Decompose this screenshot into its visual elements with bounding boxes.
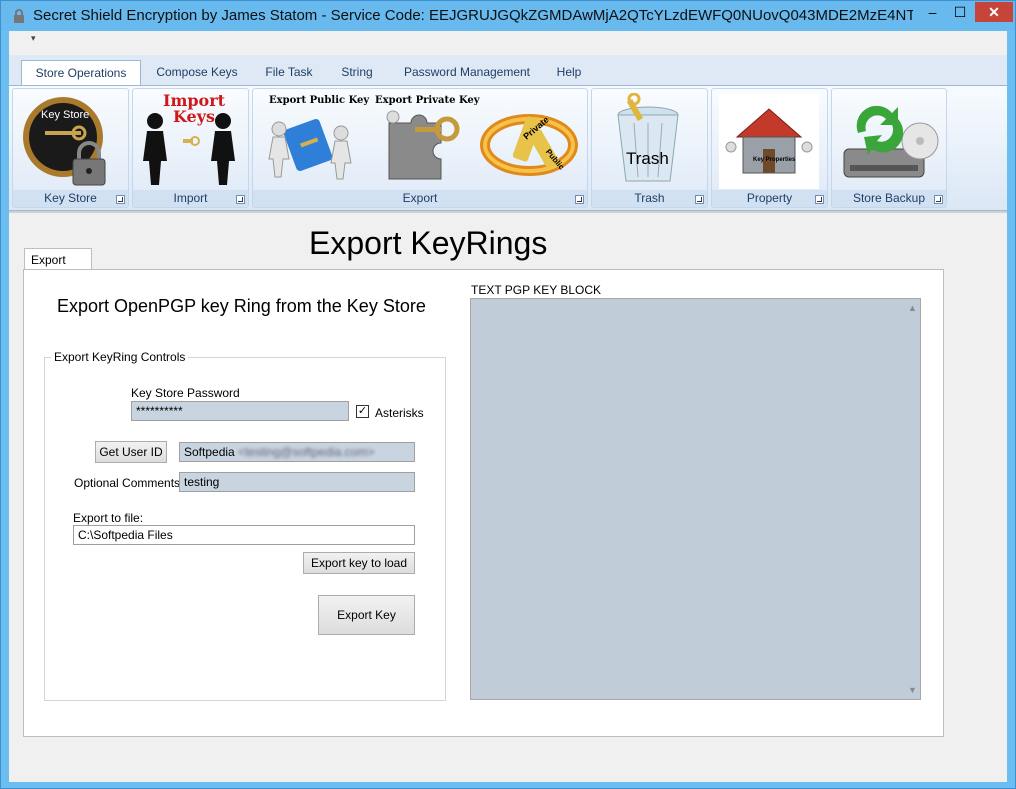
import-keys-button[interactable]: Import Keys [137, 93, 243, 192]
scroll-up-icon[interactable]: ▲ [908, 303, 917, 313]
trash-button[interactable]: Trash [604, 92, 696, 192]
window-title: Secret Shield Encryption by James Statom… [33, 7, 913, 24]
scroll-down-icon[interactable]: ▼ [908, 685, 917, 695]
get-user-id-button[interactable]: Get User ID [95, 441, 167, 463]
application-window: Secret Shield Encryption by James Statom… [0, 0, 1016, 789]
group-trash: Trash Trash [591, 88, 708, 208]
group-key-store: Key Store Key Store [12, 88, 129, 208]
group-import: Import Keys Import [132, 88, 249, 208]
import-launcher-icon[interactable] [236, 195, 245, 204]
user-id-field[interactable]: Softpedia <testing@softpedia.com> [179, 442, 415, 462]
optional-comments-label: Optional Comments: [74, 476, 184, 490]
key-block-label: TEXT PGP KEY BLOCK [471, 283, 602, 297]
app-icon [14, 9, 24, 23]
content-area: Export KeyRings Export Keys Export OpenP… [9, 211, 1007, 782]
export-private-key-caption: Export Private Key [375, 95, 480, 106]
export-public-key-button[interactable]: Export Public Key [261, 93, 369, 192]
key-store-launcher-icon[interactable] [116, 195, 125, 204]
controls-group-title: Export KeyRing Controls [51, 350, 189, 364]
group-label-import: Import [133, 190, 248, 207]
group-label-export: Export [253, 190, 587, 207]
group-property: Key Properties Property [711, 88, 828, 208]
key-block-scrollbar[interactable]: ▲ ▼ [904, 299, 921, 699]
pgp-key-block-textarea[interactable] [470, 298, 921, 700]
key-ring-icon [480, 114, 578, 176]
minimize-button[interactable]: – [919, 2, 946, 22]
ribbon-panel: Key Store Key Store Import Keys Import E… [9, 85, 1007, 211]
property-launcher-icon[interactable] [815, 195, 824, 204]
group-label-store-backup: Store Backup [832, 190, 946, 207]
key-store-caption: Key Store [41, 109, 90, 121]
key-store-password-field[interactable]: ********** [131, 401, 349, 421]
export-public-key-caption: Export Public Key [269, 95, 370, 106]
group-label-trash: Trash [592, 190, 707, 207]
store-backup-launcher-icon[interactable] [934, 195, 943, 204]
close-button[interactable]: ✕ [975, 2, 1013, 22]
export-private-key-button[interactable]: Export Private Key [371, 93, 480, 192]
client-area: ▾ Store Operations Compose Keys File Tas… [9, 31, 1007, 782]
store-backup-button[interactable] [838, 93, 940, 192]
key-store-button[interactable]: Key Store [19, 93, 119, 192]
export-keys-tab-page: Export OpenPGP key Ring from the Key Sto… [23, 269, 944, 737]
key-store-icon [23, 97, 106, 186]
key-properties-caption: Key Properties [753, 157, 796, 163]
ribbon-tab-strip: Store Operations Compose Keys File Task … [9, 55, 1007, 85]
export-private-key-icon [386, 110, 460, 180]
tab-compose-keys[interactable]: Compose Keys [149, 60, 245, 85]
section-subtitle: Export OpenPGP key Ring from the Key Sto… [57, 296, 426, 316]
maximize-button[interactable]: ☐ [947, 2, 973, 22]
key-store-password-label: Key Store Password [131, 386, 240, 400]
tab-string[interactable]: String [335, 60, 379, 85]
key-properties-button[interactable]: Key Properties [719, 93, 819, 192]
export-launcher-icon[interactable] [575, 195, 584, 204]
backup-drive-icon [843, 105, 939, 178]
export-keyring-button[interactable]: Private Public [479, 93, 583, 192]
export-to-file-label: Export to file: [73, 511, 144, 525]
asterisks-label: Asterisks [375, 406, 424, 420]
tab-file-task[interactable]: File Task [257, 60, 321, 85]
tab-password-management[interactable]: Password Management [397, 60, 537, 85]
quick-access-toolbar-dropdown[interactable]: ▾ [31, 33, 36, 44]
tab-store-operations[interactable]: Store Operations [21, 60, 141, 85]
export-key-to-load-button[interactable]: Export key to load [303, 552, 415, 574]
export-key-button[interactable]: Export Key [318, 595, 415, 635]
tab-export-keys[interactable]: Export Keys [24, 248, 92, 281]
user-id-name: Softpedia [184, 445, 235, 459]
export-keyring-controls-group: Export KeyRing Controls Key Store Passwo… [44, 350, 446, 701]
export-to-file-field[interactable]: C:\Softpedia Files [73, 525, 415, 545]
export-public-key-icon [268, 118, 352, 180]
group-store-backup: Store Backup [831, 88, 947, 208]
group-label-key-store: Key Store [13, 190, 128, 207]
tab-help[interactable]: Help [551, 60, 587, 85]
house-icon [719, 93, 819, 189]
group-export: Export Public Key Export Private Key Pri… [252, 88, 588, 208]
trash-caption: Trash [626, 149, 669, 168]
title-bar[interactable]: Secret Shield Encryption by James Statom… [1, 1, 1015, 31]
optional-comments-field[interactable]: testing [179, 472, 415, 492]
import-keys-caption: Import Keys [162, 91, 226, 126]
asterisks-checkbox[interactable]: ✓ [356, 405, 369, 418]
user-id-email: <testing@softpedia.com> [238, 445, 375, 459]
trash-launcher-icon[interactable] [695, 195, 704, 204]
group-label-property: Property [712, 190, 827, 207]
trash-icon [617, 92, 679, 182]
page-title: Export KeyRings [309, 225, 548, 261]
